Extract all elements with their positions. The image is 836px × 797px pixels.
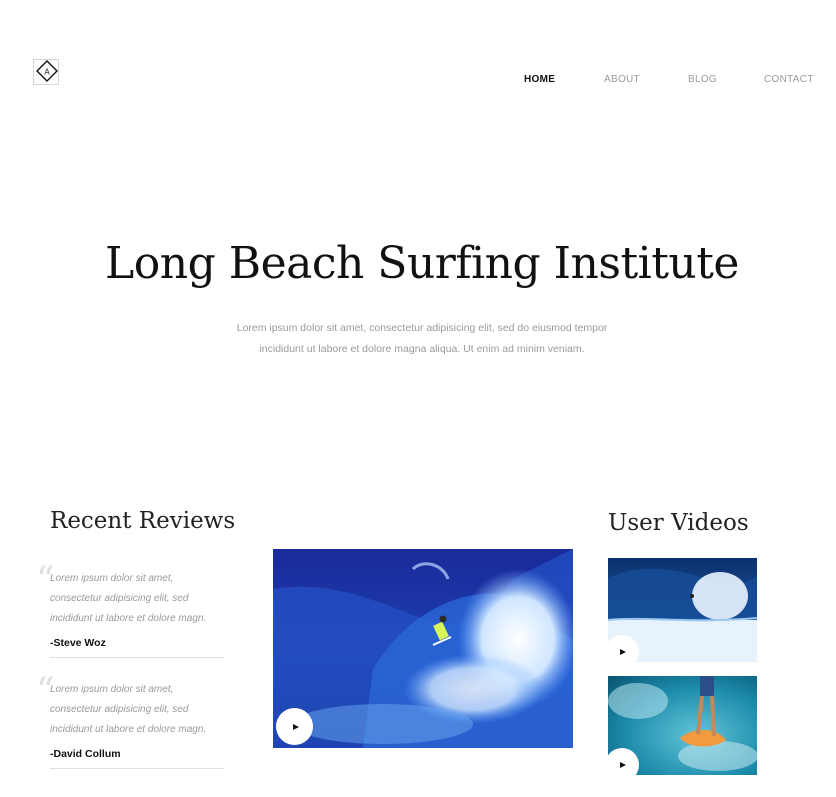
surfer-wave-image [273, 549, 573, 748]
review-divider [50, 768, 224, 769]
user-video-thumb[interactable] [608, 558, 757, 662]
nav-blog[interactable]: BLOG [688, 74, 717, 85]
play-button[interactable] [276, 708, 313, 745]
featured-video[interactable] [273, 549, 573, 748]
play-icon [620, 649, 626, 655]
review-item: “ Lorem ipsum dolor sit amet, consectetu… [36, 674, 224, 769]
review-author: -Steve Woz [50, 637, 106, 649]
review-divider [50, 657, 224, 658]
review-item: “ Lorem ipsum dolor sit amet, consectetu… [36, 563, 224, 658]
nav-about[interactable]: ABOUT [604, 74, 640, 85]
user-videos-title: User Videos [608, 510, 749, 536]
user-video-thumb[interactable] [608, 676, 757, 775]
hero-title: Long Beach Surfing Institute [105, 238, 739, 289]
play-icon [620, 762, 626, 768]
hero-subtitle: Lorem ipsum dolor sit amet, consectetur … [236, 322, 608, 355]
nav-contact[interactable]: CONTACT [764, 74, 814, 85]
review-text: Lorem ipsum dolor sit amet, consectetur … [50, 573, 207, 624]
main-nav: HOME ABOUT BLOG CONTACT [0, 74, 836, 88]
nav-home[interactable]: HOME [524, 74, 555, 85]
play-icon [292, 723, 299, 730]
review-text: Lorem ipsum dolor sit amet, consectetur … [50, 684, 207, 735]
reviews-title: Recent Reviews [50, 508, 236, 534]
review-author: -David Collum [50, 748, 121, 760]
